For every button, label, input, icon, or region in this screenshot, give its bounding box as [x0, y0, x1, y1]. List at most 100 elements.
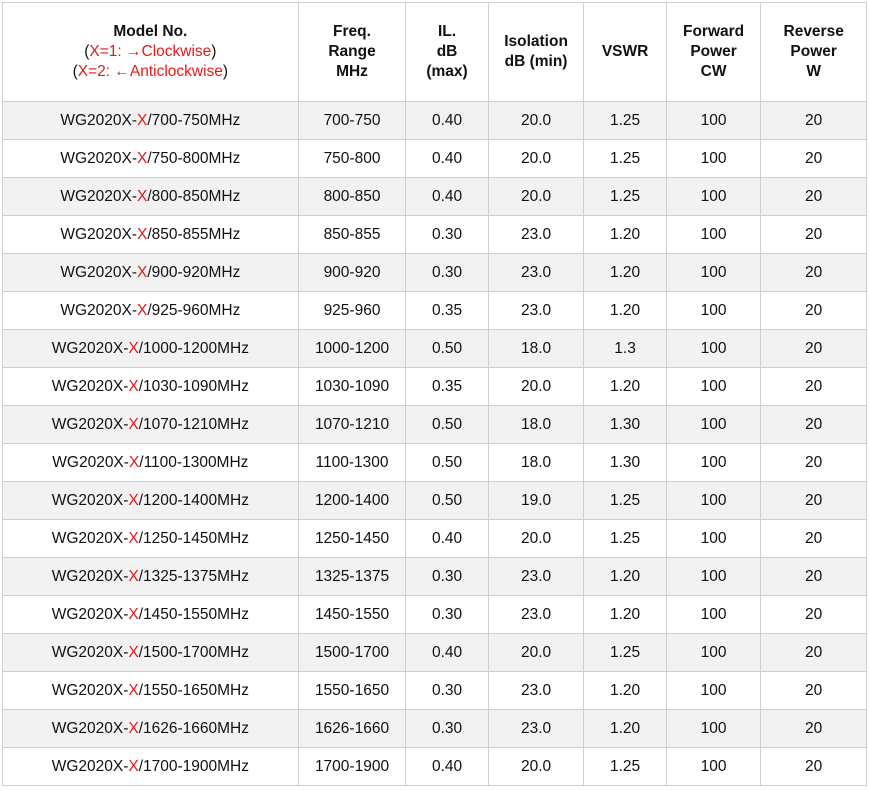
cell-forward-power: 100 [665, 481, 762, 520]
cell-model-no: WG2020X-X/925-960MHz [2, 291, 299, 330]
cell-isolation: 23.0 [487, 595, 585, 634]
cell-isolation: 20.0 [487, 139, 585, 178]
cell-reverse-power: 20 [760, 671, 867, 710]
cell-model-no: WG2020X-X/700-750MHz [2, 101, 299, 140]
cell-freq-range: 925-960 [297, 291, 407, 330]
cell-model-no: WG2020X-X/1550-1650MHz [2, 671, 299, 710]
cell-model-no: WG2020X-X/850-855MHz [2, 215, 299, 254]
model-direction-x: X [128, 719, 139, 737]
cell-isolation: 23.0 [487, 253, 585, 292]
cell-reverse-power: 20 [760, 595, 867, 634]
cell-vswr: 1.25 [583, 633, 667, 672]
cell-isolation: 23.0 [487, 215, 585, 254]
cell-freq-range: 700-750 [297, 101, 407, 140]
cell-reverse-power: 20 [760, 367, 867, 406]
header-il: IL. dB (max) [405, 2, 489, 102]
cell-forward-power: 100 [665, 633, 762, 672]
cell-model-no: WG2020X-X/1500-1700MHz [2, 633, 299, 672]
table-row: WG2020X-X/1700-1900MHz 1700-1900 0.40 20.0 1… [2, 747, 867, 786]
cell-vswr: 1.25 [583, 481, 667, 520]
cell-freq-range: 1200-1400 [297, 481, 407, 520]
header-reverse-power: Reverse Power W [760, 2, 867, 102]
cell-vswr: 1.25 [583, 177, 667, 216]
cell-forward-power: 100 [665, 139, 762, 178]
cell-isolation: 23.0 [487, 671, 585, 710]
cell-isolation: 23.0 [487, 557, 585, 596]
cell-freq-range: 1700-1900 [297, 747, 407, 786]
cell-model-no: WG2020X-X/1200-1400MHz [2, 481, 299, 520]
cell-isolation: 19.0 [487, 481, 585, 520]
spec-table: Model No. (X=1: →Clockwise) (X=2: ←Antic… [2, 2, 867, 786]
cell-vswr: 1.25 [583, 139, 667, 178]
cell-forward-power: 100 [665, 215, 762, 254]
cell-reverse-power: 20 [760, 481, 867, 520]
cell-model-no: WG2020X-X/1250-1450MHz [2, 519, 299, 558]
header-row: Model No. (X=1: →Clockwise) (X=2: ←Antic… [2, 2, 867, 102]
cell-insertion-loss: 0.35 [405, 291, 489, 330]
cell-freq-range: 1100-1300 [297, 443, 407, 482]
cell-reverse-power: 20 [760, 177, 867, 216]
table-row: WG2020X-X/1070-1210MHz 1070-1210 0.50 18.0 1… [2, 405, 867, 444]
table-row: WG2020X-X/1000-1200MHz 1000-1200 0.50 18.0 1… [2, 329, 867, 368]
header-freq: Freq. Range MHz [297, 2, 407, 102]
cell-vswr: 1.20 [583, 253, 667, 292]
model-direction-x: X [136, 225, 148, 243]
header-isolation: Isolation dB (min) [487, 2, 585, 102]
table-body: WG2020X-X/700-750MHz 700-750 0.40 20.0 1.25 1… [2, 101, 867, 786]
model-direction-x: X [136, 301, 148, 319]
cell-forward-power: 100 [665, 291, 762, 330]
cell-model-no: WG2020X-X/750-800MHz [2, 139, 299, 178]
cell-forward-power: 100 [665, 253, 762, 292]
cell-insertion-loss: 0.50 [405, 443, 489, 482]
cell-reverse-power: 20 [760, 101, 867, 140]
table-row: WG2020X-X/1450-1550MHz 1450-1550 0.30 23.0 1… [2, 595, 867, 634]
cell-reverse-power: 20 [760, 519, 867, 558]
cell-vswr: 1.20 [583, 709, 667, 748]
cell-model-no: WG2020X-X/1070-1210MHz [2, 405, 299, 444]
header-model-note-1: (X=1: →Clockwise) [84, 43, 217, 60]
cell-insertion-loss: 0.30 [405, 215, 489, 254]
cell-reverse-power: 20 [760, 405, 867, 444]
cell-isolation: 20.0 [487, 633, 585, 672]
cell-forward-power: 100 [665, 595, 762, 634]
header-forward-power: Forward Power CW [665, 2, 762, 102]
cell-vswr: 1.20 [583, 367, 667, 406]
cell-vswr: 1.20 [583, 215, 667, 254]
cell-vswr: 1.3 [583, 329, 667, 368]
table-row: WG2020X-X/1200-1400MHz 1200-1400 0.50 19.0 1… [2, 481, 867, 520]
cell-model-no: WG2020X-X/1000-1200MHz [2, 329, 299, 368]
cell-model-no: WG2020X-X/1450-1550MHz [2, 595, 299, 634]
cell-isolation: 18.0 [487, 405, 585, 444]
cell-isolation: 23.0 [487, 709, 585, 748]
cell-reverse-power: 20 [760, 329, 867, 368]
table-row: WG2020X-X/1030-1090MHz 1030-1090 0.35 20.0 1… [2, 367, 867, 406]
cell-freq-range: 850-855 [297, 215, 407, 254]
cell-model-no: WG2020X-X/1700-1900MHz [2, 747, 299, 786]
cell-vswr: 1.20 [583, 671, 667, 710]
cell-insertion-loss: 0.35 [405, 367, 489, 406]
cell-freq-range: 1000-1200 [297, 329, 407, 368]
table-row: WG2020X-X/1250-1450MHz 1250-1450 0.40 20.0 1… [2, 519, 867, 558]
cell-vswr: 1.20 [583, 557, 667, 596]
header-model-title: Model No. [113, 23, 188, 40]
cell-insertion-loss: 0.30 [405, 595, 489, 634]
cell-model-no: WG2020X-X/1325-1375MHz [2, 557, 299, 596]
table-row: WG2020X-X/925-960MHz 925-960 0.35 23.0 1.20 1… [2, 291, 867, 330]
cell-isolation: 23.0 [487, 291, 585, 330]
model-direction-x: X [128, 605, 139, 623]
model-direction-x: X [128, 757, 139, 775]
table-row: WG2020X-X/1325-1375MHz 1325-1375 0.30 23.0 1… [2, 557, 867, 596]
cell-freq-range: 1500-1700 [297, 633, 407, 672]
cell-reverse-power: 20 [760, 633, 867, 672]
cell-freq-range: 1250-1450 [297, 519, 407, 558]
header-model: Model No. (X=1: →Clockwise) (X=2: ←Antic… [2, 2, 299, 102]
model-direction-x: X [136, 263, 148, 281]
cell-reverse-power: 20 [760, 709, 867, 748]
cell-insertion-loss: 0.40 [405, 139, 489, 178]
cell-vswr: 1.25 [583, 747, 667, 786]
table-row: WG2020X-X/900-920MHz 900-920 0.30 23.0 1.20 1… [2, 253, 867, 292]
cell-freq-range: 1070-1210 [297, 405, 407, 444]
cell-freq-range: 1626-1660 [297, 709, 407, 748]
header-model-note-1-red: X=1: →Clockwise [89, 43, 212, 60]
cell-reverse-power: 20 [760, 557, 867, 596]
